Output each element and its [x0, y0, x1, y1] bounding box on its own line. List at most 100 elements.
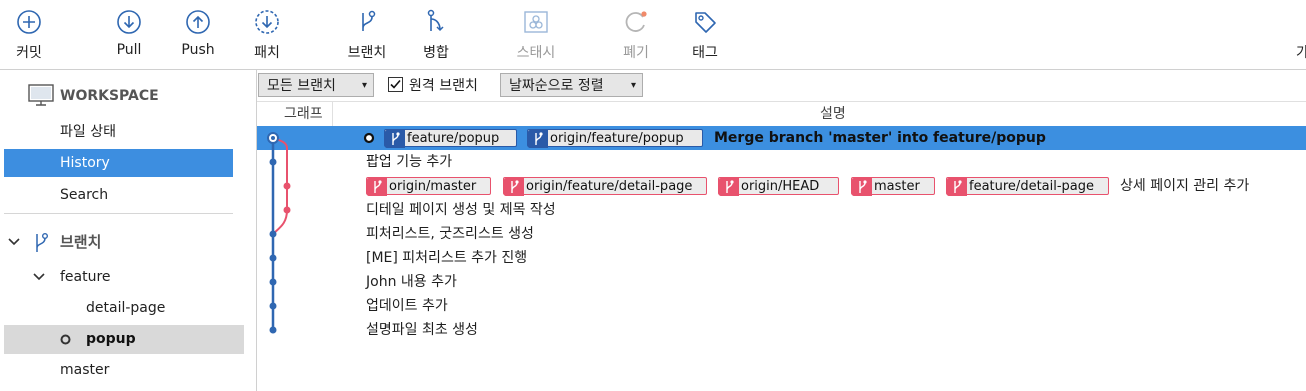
merge-button[interactable]: 병합	[412, 0, 460, 69]
branch-tag[interactable]: origin/master	[366, 177, 491, 196]
column-divider	[332, 102, 333, 126]
sidebar-item-label: Search	[60, 187, 109, 203]
graph-commit-dot	[283, 182, 291, 190]
commit-row[interactable]: 설명파일 최초 생성	[257, 318, 1306, 342]
history-panel: 모든 브랜치 ▾ 원격 브랜치 날짜순으로 정렬 ▾ 그래프 설명 featur…	[257, 70, 1306, 391]
sidebar-divider	[4, 213, 233, 214]
stash-button[interactable]: 스태시	[507, 0, 565, 69]
sidebar-branches-header[interactable]: 브랜치	[4, 228, 233, 256]
branch-tag-label: origin/feature/popup	[550, 131, 684, 146]
commit-row[interactable]: feature/popup origin/feature/popup Merge…	[257, 126, 1306, 150]
arrow-down-circle-icon	[117, 10, 141, 34]
branch-tag-label: master	[874, 179, 920, 194]
remote-branches-label: 원격 브랜치	[409, 78, 478, 94]
commit-message: 업데이트 추가	[366, 298, 448, 314]
sidebar-item-history[interactable]: History	[4, 149, 233, 177]
toolbar-overflow-text: 가	[1296, 45, 1306, 61]
column-header: 그래프 설명	[257, 101, 1306, 127]
graph-commit-dot	[269, 230, 277, 238]
branches-title: 브랜치	[60, 233, 102, 251]
commit-label: 커밋	[16, 45, 42, 61]
chevron-down-icon	[33, 273, 45, 281]
sidebar-item-search[interactable]: Search	[4, 181, 233, 209]
sidebar-item-file-status[interactable]: 파일 상태	[4, 118, 233, 146]
check-icon	[390, 79, 401, 89]
tag-button[interactable]: 태그	[681, 0, 729, 69]
branch-tag-icon	[852, 178, 872, 196]
commit-row[interactable]: 디테일 페이지 생성 및 제목 작성	[257, 198, 1306, 222]
sidebar-item-label: 파일 상태	[60, 124, 116, 140]
branch-tag-icon	[504, 178, 524, 196]
graph-commit-dot	[269, 278, 277, 286]
branch-button[interactable]: 브랜치	[340, 0, 394, 69]
commit-graph	[267, 132, 291, 334]
graph-commit-dot	[269, 326, 277, 334]
patch-button[interactable]: 패치	[243, 0, 291, 69]
graph-commit-dot	[269, 254, 277, 262]
branch-tag-label: origin/feature/detail-page	[526, 179, 693, 194]
tag-icon	[695, 12, 716, 33]
arrow-up-circle-icon	[186, 10, 210, 34]
commit-button[interactable]: 커밋	[5, 0, 53, 69]
sidebar-item-label: History	[60, 155, 110, 171]
branch-filter-value: 모든 브랜치	[267, 78, 336, 94]
graph-column-header[interactable]: 그래프	[284, 102, 323, 126]
branch-label: master	[60, 362, 110, 378]
branch-filter-dropdown[interactable]: 모든 브랜치 ▾	[258, 73, 374, 97]
monitor-icon	[28, 84, 54, 106]
graph-commit-dot	[283, 206, 291, 214]
chevron-down-icon: ▾	[630, 80, 636, 91]
branch-tag[interactable]: feature/detail-page	[946, 177, 1109, 196]
remote-branches-checkbox[interactable]	[388, 77, 403, 92]
sidebar-branch-folder-feature[interactable]: feature	[4, 263, 233, 291]
merge-icon	[427, 9, 444, 32]
branch-tag[interactable]: master	[851, 177, 935, 196]
chevron-down-icon	[8, 238, 20, 246]
head-icon	[363, 132, 375, 144]
toolbar: 커밋 Pull Push 패치 브랜치 병합 스태시 폐기 태그 가	[0, 0, 1306, 70]
chevron-down-icon: ▾	[361, 80, 367, 91]
commit-message: [ME] 피처리스트 추가 진행	[366, 250, 528, 266]
branch-label: detail-page	[86, 300, 166, 316]
pull-label: Pull	[116, 42, 142, 58]
current-branch-icon	[60, 334, 71, 345]
branch-label: 브랜치	[347, 45, 387, 61]
sidebar-branch-popup[interactable]: popup	[4, 325, 244, 354]
commit-row[interactable]: John 내용 추가	[257, 270, 1306, 294]
sort-dropdown[interactable]: 날짜순으로 정렬 ▾	[500, 73, 643, 97]
description-column-header[interactable]: 설명	[820, 102, 846, 126]
tag-label: 태그	[692, 45, 718, 61]
branch-tag[interactable]: origin/HEAD	[718, 177, 839, 196]
patch-label: 패치	[254, 45, 280, 61]
branch-tag-label: origin/master	[389, 179, 477, 194]
sidebar-branch-master[interactable]: master	[4, 356, 233, 384]
patch-icon	[255, 10, 279, 34]
sidebar: WORKSPACE 파일 상태 History Search 브랜치 featu…	[0, 70, 257, 391]
pull-button[interactable]: Pull	[105, 0, 153, 69]
graph-commit-dot	[269, 158, 277, 166]
commit-message: Merge branch 'master' into feature/popup	[714, 130, 1046, 146]
discard-button[interactable]: 폐기	[612, 0, 660, 69]
branch-folder-label: feature	[60, 269, 111, 285]
graph-commit-dot	[271, 136, 275, 140]
merge-label: 병합	[423, 45, 449, 61]
branch-tag-icon	[719, 178, 739, 196]
commit-message: 피처리스트, 굿즈리스트 생성	[366, 226, 534, 242]
branch-icon	[36, 233, 48, 252]
branch-tag[interactable]: origin/feature/detail-page	[503, 177, 707, 196]
commit-message: 상세 페이지 관리 추가	[1120, 178, 1250, 194]
sidebar-branch-detail-page[interactable]: detail-page	[4, 294, 233, 322]
commit-row[interactable]: 피처리스트, 굿즈리스트 생성	[257, 222, 1306, 246]
branch-label: popup	[86, 331, 136, 347]
sort-value: 날짜순으로 정렬	[509, 78, 604, 94]
commit-row[interactable]: 업데이트 추가	[257, 294, 1306, 318]
commit-row[interactable]: origin/master origin/feature/detail-page…	[257, 174, 1306, 198]
commit-row[interactable]: 팝업 기능 추가	[257, 150, 1306, 174]
push-button[interactable]: Push	[174, 0, 222, 69]
branch-tag[interactable]: origin/feature/popup	[527, 129, 703, 148]
commit-message: 디테일 페이지 생성 및 제목 작성	[366, 202, 556, 218]
commit-row[interactable]: [ME] 피처리스트 추가 진행	[257, 246, 1306, 270]
push-label: Push	[181, 42, 215, 58]
discard-icon	[625, 11, 647, 32]
branch-tag[interactable]: feature/popup	[384, 129, 517, 148]
